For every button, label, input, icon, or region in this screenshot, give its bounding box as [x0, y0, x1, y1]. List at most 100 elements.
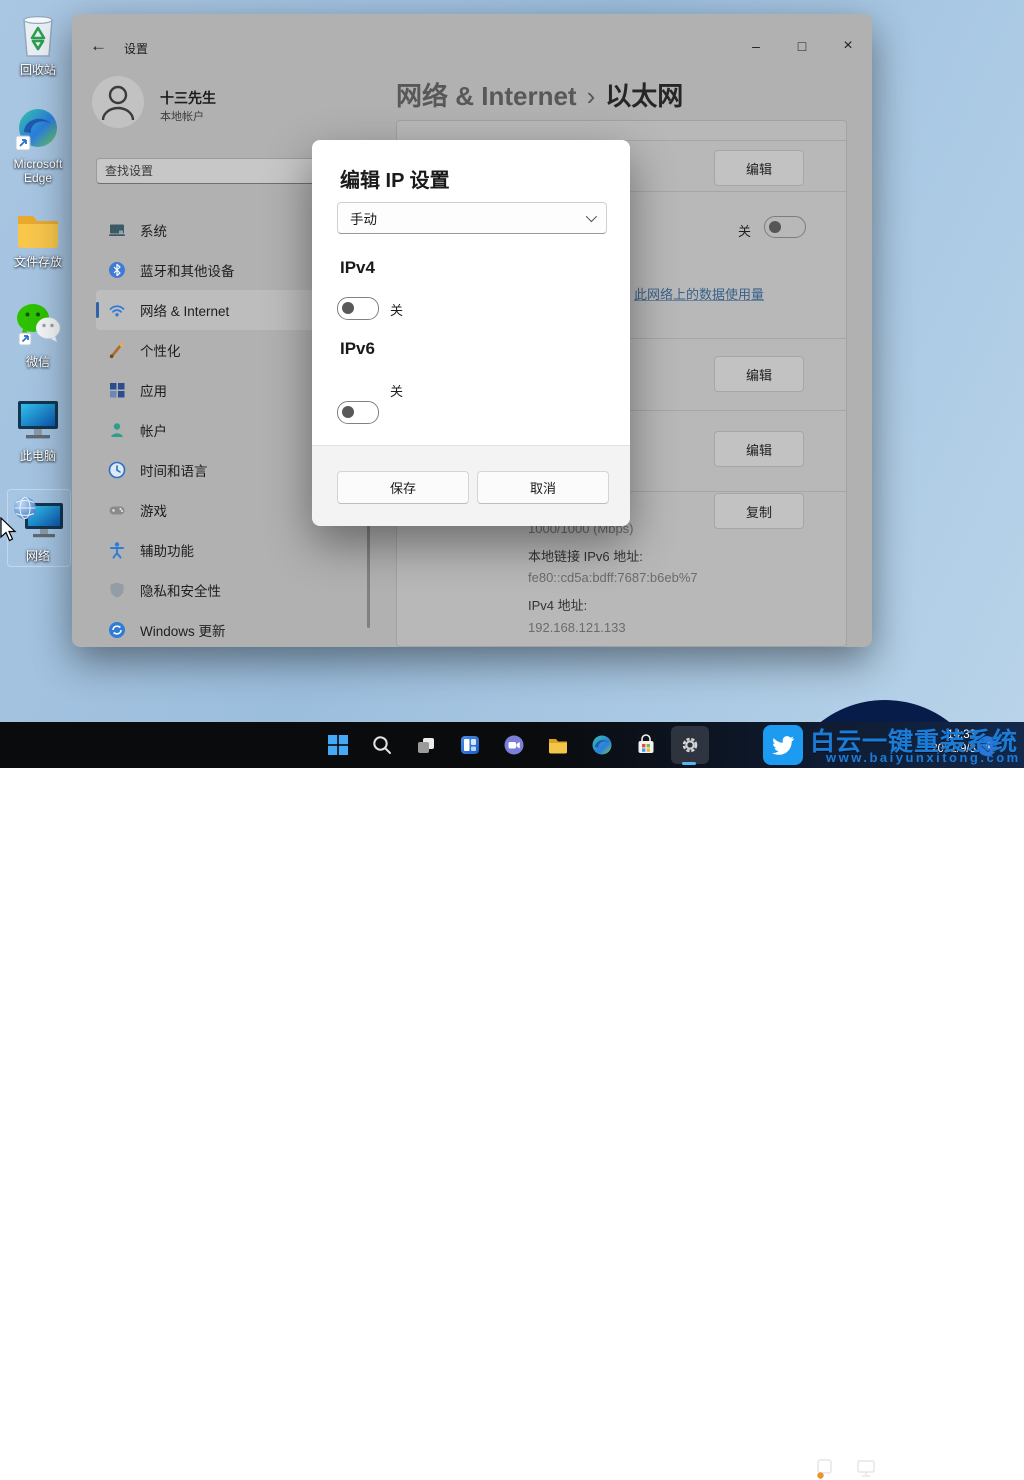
start-button[interactable] — [319, 726, 357, 764]
sidebar-item-label: 帐户 — [140, 420, 167, 440]
ipv6-section-label: IPv6 — [340, 339, 375, 359]
tray-network-icon[interactable] — [856, 1459, 878, 1479]
desktop-icon-recycle-bin[interactable]: 回收站 — [2, 12, 74, 77]
toggle-knob — [342, 302, 354, 314]
user-name: 十三先生 — [160, 88, 216, 108]
wifi-icon — [108, 301, 126, 319]
dropdown-value: 手动 — [350, 208, 377, 228]
desktop-icon-label: 回收站 — [2, 63, 74, 77]
settings-taskbar-button[interactable] — [671, 726, 709, 764]
minimize-button[interactable]: – — [744, 38, 768, 54]
ipv4-toggle[interactable] — [337, 297, 379, 320]
ipv4-toggle-state: 关 — [390, 300, 403, 319]
desktop-icon-label: 此电脑 — [2, 449, 74, 463]
widgets-button[interactable] — [451, 726, 489, 764]
desktop-icon-label: Microsoft Edge — [6, 157, 70, 185]
desktop-icon-files[interactable]: 文件存放 — [2, 208, 74, 269]
sidebar-item-label: 个性化 — [140, 340, 181, 360]
store-icon — [635, 734, 657, 756]
save-button[interactable]: 保存 — [337, 471, 469, 504]
breadcrumb: 网络 & Internet › 以太网 — [396, 76, 683, 113]
close-button[interactable]: × — [836, 37, 860, 55]
edge-button[interactable] — [583, 726, 621, 764]
edge-icon — [591, 734, 613, 756]
data-usage-link[interactable]: 此网络上的数据使用量 — [634, 284, 764, 303]
chat-icon — [503, 734, 525, 756]
breadcrumb-separator: › — [587, 81, 596, 111]
tray-ime-icon[interactable] — [816, 1458, 836, 1480]
network-icon — [11, 494, 65, 544]
edit-ip-settings-dialog: 编辑 IP 设置 手动 IPv4 关 IPv6 关 保存 取消 — [312, 140, 630, 525]
settings-gear-icon — [679, 734, 701, 756]
ipv6-toggle-state: 关 — [390, 381, 403, 400]
mouse-cursor — [0, 517, 18, 543]
dns-edit-button[interactable]: 编辑 — [714, 356, 804, 392]
apps-icon — [108, 381, 126, 399]
bluetooth-icon — [108, 261, 126, 279]
desktop-icon-wechat[interactable]: 微信 — [2, 300, 74, 369]
desktop-icon-this-pc[interactable]: 此电脑 — [2, 396, 74, 463]
widgets-icon — [459, 734, 481, 756]
chat-button[interactable] — [495, 726, 533, 764]
desktop-icon-label: 微信 — [2, 355, 74, 369]
sidebar-item-privacy[interactable]: 隐私和安全性 — [96, 570, 352, 610]
copy-button[interactable]: 复制 — [714, 493, 804, 529]
sidebar-item-label: 辅助功能 — [140, 540, 194, 560]
watermark-url: www.baiyunxitong.com — [826, 750, 1021, 765]
edge-icon — [14, 106, 62, 154]
ipv4-section-label: IPv4 — [340, 258, 375, 278]
user-account-type: 本地帐户 — [160, 108, 204, 124]
metered-toggle-state: 关 — [738, 221, 751, 240]
active-app-indicator — [682, 762, 696, 765]
ipv6-toggle[interactable] — [337, 401, 379, 424]
shield-icon — [108, 581, 126, 599]
sidebar-item-label: 网络 & Internet — [140, 300, 229, 320]
dialog-footer: 保存 取消 — [312, 445, 630, 526]
file-explorer-button[interactable] — [539, 726, 577, 764]
accessibility-icon — [108, 541, 126, 559]
this-pc-icon — [13, 396, 63, 444]
paintbrush-icon — [108, 341, 126, 359]
ipv4-address-label: IPv4 地址: — [528, 595, 587, 614]
sidebar-item-windows-update[interactable]: Windows 更新 — [96, 610, 352, 647]
sidebar-item-label: 系统 — [140, 220, 167, 240]
ipv6-address-value: fe80::cd5a:bdff:7687:b6eb%7 — [528, 570, 698, 585]
taskbar-search-button[interactable] — [363, 726, 401, 764]
start-icon — [327, 734, 349, 756]
dialog-title: 编辑 IP 设置 — [340, 164, 450, 193]
system-icon — [108, 221, 126, 239]
gamepad-icon — [108, 501, 126, 519]
breadcrumb-root[interactable]: 网络 & Internet — [396, 81, 577, 111]
maximize-button[interactable]: □ — [790, 38, 814, 54]
twitter-app-button[interactable] — [763, 725, 803, 765]
clock-icon — [108, 461, 126, 479]
sidebar-item-label: 应用 — [140, 380, 167, 400]
sidebar-item-label: Windows 更新 — [140, 620, 226, 640]
toggle-knob — [769, 221, 781, 233]
sidebar-item-label: 蓝牙和其他设备 — [140, 260, 235, 280]
search-icon — [371, 734, 393, 756]
cancel-button[interactable]: 取消 — [477, 471, 609, 504]
ipv4-address-value: 192.168.121.133 — [528, 620, 626, 635]
folder-icon — [14, 208, 62, 250]
ip-mode-dropdown[interactable]: 手动 — [337, 202, 607, 234]
task-view-button[interactable] — [407, 726, 445, 764]
sidebar-item-accessibility[interactable]: 辅助功能 — [96, 530, 352, 570]
ipv6-address-label: 本地链接 IPv6 地址: — [528, 546, 643, 565]
search-input[interactable] — [96, 158, 344, 184]
desktop-icon-label: 文件存放 — [2, 255, 74, 269]
store-button[interactable] — [627, 726, 665, 764]
desktop-icon-edge[interactable]: Microsoft Edge — [2, 106, 74, 185]
avatar[interactable] — [92, 76, 144, 128]
metered-connection-toggle[interactable] — [764, 216, 806, 238]
recycle-bin-icon — [16, 12, 60, 58]
ip-assignment-edit-button[interactable]: 编辑 — [714, 150, 804, 186]
window-title: 设置 — [124, 40, 148, 57]
edit-button[interactable]: 编辑 — [714, 431, 804, 467]
desktop-icon-label: 网络 — [2, 549, 74, 563]
back-button[interactable]: ← — [90, 36, 107, 56]
twitter-icon — [770, 732, 796, 758]
selected-indicator — [96, 302, 99, 318]
breadcrumb-current: 以太网 — [605, 81, 683, 111]
file-explorer-icon — [547, 734, 569, 756]
